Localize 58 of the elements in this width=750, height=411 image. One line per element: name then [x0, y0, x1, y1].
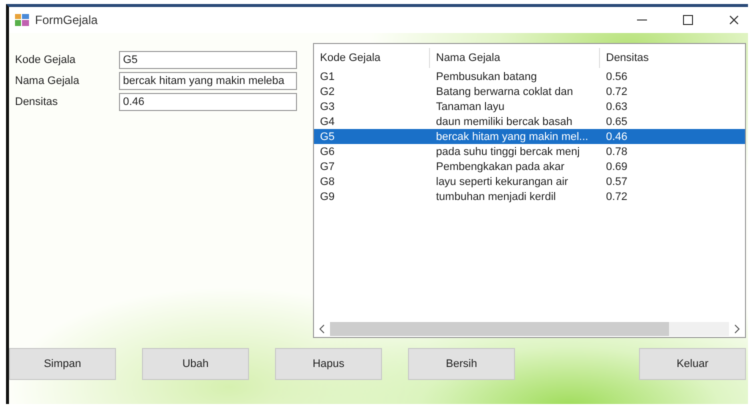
table-row[interactable]: G2 Batang berwarna coklat dan 0.72 — [314, 84, 745, 99]
input-field[interactable]: 0.46 — [119, 93, 297, 111]
table-cell-text: 0.72 — [605, 86, 628, 98]
scroll-left-icon[interactable] — [318, 324, 326, 334]
table-cell-text: G6 — [319, 146, 336, 158]
action-button[interactable]: Keluar — [639, 348, 746, 380]
table-cell-text: 0.56 — [605, 70, 628, 82]
table-cell-text: 0.57 — [605, 176, 628, 188]
input-field[interactable]: bercak hitam yang makin meleba — [119, 72, 297, 90]
maximize-icon[interactable] — [682, 14, 694, 26]
window-title: FormGejala — [35, 13, 98, 27]
table-cell-text: 0.63 — [605, 100, 628, 112]
table-cell-text: G5 — [319, 130, 336, 142]
scrollbar-thumb[interactable] — [330, 322, 670, 336]
action-button[interactable]: Ubah — [142, 348, 249, 380]
action-button[interactable]: Bersih — [408, 348, 515, 380]
table-cell-text: G9 — [319, 190, 336, 202]
table-cell-text: 0.72 — [605, 190, 628, 202]
table-cell-text: 0.65 — [605, 116, 628, 128]
list-view[interactable] — [313, 43, 746, 338]
table-cell-text: 0.78 — [605, 146, 628, 158]
action-button[interactable]: Simpan — [9, 348, 116, 380]
table-cell-text: G4 — [319, 116, 336, 128]
field-label: Densitas — [15, 96, 59, 108]
table-row[interactable]: G3 Tanaman layu 0.63 — [314, 99, 745, 114]
app-icon — [15, 14, 29, 26]
table-row[interactable]: G4 daun memiliki bercak basah 0.65 — [314, 114, 745, 129]
column-header[interactable]: Densitas — [600, 48, 680, 68]
action-button[interactable]: Hapus — [275, 348, 382, 380]
table-cell-text: tumbuhan menjadi kerdil — [435, 190, 557, 202]
table-cell-text: pada suhu tinggi bercak menj — [435, 146, 581, 158]
table-cell-text: G8 — [319, 176, 336, 188]
table-cell-text: daun memiliki bercak basah — [435, 116, 574, 128]
table-row[interactable]: G6 pada suhu tinggi bercak menj 0.78 — [314, 144, 745, 159]
column-header[interactable]: Kode Gejala — [314, 48, 430, 68]
close-icon[interactable] — [728, 14, 740, 26]
field-label: Nama Gejala — [15, 75, 80, 87]
table-cell-text: layu seperti kekurangan air — [435, 176, 570, 188]
field-label: Kode Gejala — [15, 54, 77, 66]
table-row[interactable]: G8 layu seperti kekurangan air 0.57 — [314, 174, 745, 189]
table-cell-text: Tanaman layu — [435, 100, 506, 112]
table-cell-text: Pembusukan batang — [435, 70, 538, 82]
table-cell-text: G2 — [319, 86, 336, 98]
table-cell-text: bercak hitam yang makin mel... — [435, 130, 590, 142]
table-cell-text: Batang berwarna coklat dan — [435, 86, 574, 98]
scroll-right-icon[interactable] — [733, 324, 741, 334]
table-cell-text: G7 — [319, 160, 336, 172]
table-cell-text: 0.46 — [605, 130, 628, 142]
column-header[interactable]: Nama Gejala — [430, 48, 600, 68]
table-cell-text: 0.69 — [605, 160, 628, 172]
input-field[interactable]: G5 — [119, 51, 297, 69]
table-row[interactable]: G9 tumbuhan menjadi kerdil 0.72 — [314, 189, 745, 204]
table-cell-text: Pembengkakan pada akar — [435, 160, 566, 172]
table-row[interactable]: G1 Pembusukan batang 0.56 — [314, 69, 745, 84]
table-row[interactable]: G7 Pembengkakan pada akar 0.69 — [314, 159, 745, 174]
table-row[interactable]: G5 bercak hitam yang makin mel... 0.46 — [314, 129, 745, 144]
table-cell-text: G3 — [319, 100, 336, 112]
table-cell-text: G1 — [319, 70, 336, 82]
